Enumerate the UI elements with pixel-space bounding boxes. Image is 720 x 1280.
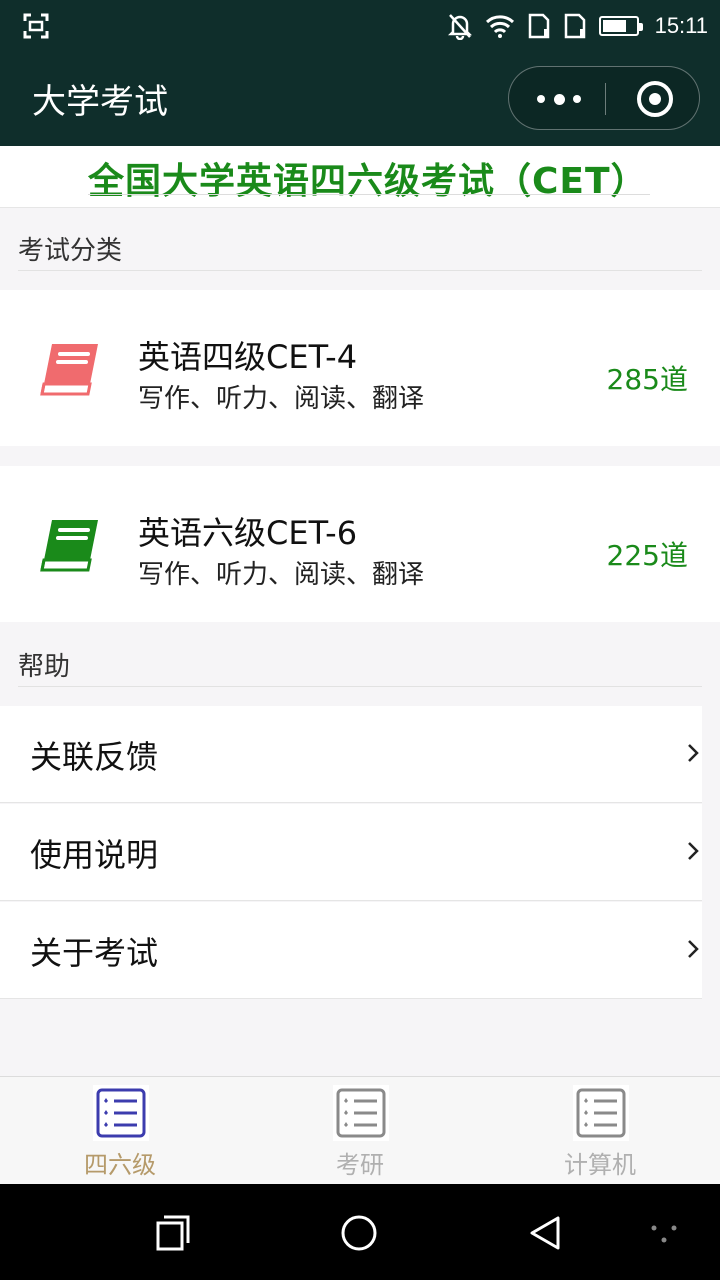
tab-kaoyan[interactable]: 考研 <box>240 1077 480 1185</box>
help-item-label: 使用说明 <box>30 836 159 874</box>
green-book-icon <box>40 520 98 572</box>
help-item-feedback[interactable]: 关联反馈 <box>0 706 702 803</box>
tab-bar: 四六级 考研 计算机 <box>0 1076 720 1184</box>
help-item-label: 关于考试 <box>30 934 159 972</box>
help-item-instructions[interactable]: 使用说明 <box>0 804 702 901</box>
section-heading-help: 帮助 <box>18 652 71 682</box>
sim1-icon <box>528 13 549 39</box>
tab-cet[interactable]: 四六级 <box>0 1077 240 1185</box>
red-book-icon <box>40 344 98 396</box>
wifi-icon <box>485 15 514 38</box>
banner-underline <box>88 194 650 195</box>
tab-label: 四六级 <box>84 1151 156 1179</box>
list-icon <box>93 1085 149 1141</box>
exam-desc: 写作、听力、阅读、翻译 <box>138 384 425 414</box>
tab-label: 计算机 <box>564 1151 636 1179</box>
capsule-divider <box>605 83 606 115</box>
exam-name: 英语四级CET-4 <box>138 338 358 376</box>
help-item-about[interactable]: 关于考试 <box>0 902 702 999</box>
capsule-menu <box>508 66 700 130</box>
list-icon <box>573 1085 629 1141</box>
banner-title: 全国大学英语四六级考试（CET） <box>88 161 648 202</box>
close-target-icon[interactable] <box>637 81 673 117</box>
chevron-right-icon <box>688 842 699 860</box>
battery-level <box>602 20 626 32</box>
status-bar: 15:11 <box>0 0 720 52</box>
section-heading-exam-category: 考试分类 <box>18 236 123 266</box>
notification-off-icon <box>447 14 472 40</box>
sim2-icon <box>564 13 585 39</box>
section-divider <box>18 270 702 271</box>
exam-card-cet6[interactable]: 英语六级CET-6 写作、听力、阅读、翻译 225道 <box>0 466 720 622</box>
chevron-right-icon <box>688 940 699 958</box>
exam-desc: 写作、听力、阅读、翻译 <box>138 560 425 590</box>
more-icon[interactable] <box>537 67 581 131</box>
page-title: 大学考试 <box>32 82 168 122</box>
nav-bar: 大学考试 <box>0 52 720 146</box>
screenshot-icon <box>23 13 49 39</box>
help-item-label: 关联反馈 <box>30 738 159 776</box>
tab-computer[interactable]: 计算机 <box>480 1077 720 1185</box>
chevron-right-icon <box>688 744 699 762</box>
back-icon[interactable] <box>526 1214 564 1252</box>
banner: 全国大学英语四六级考试（CET） <box>0 146 720 208</box>
status-time: 15:11 <box>654 13 708 38</box>
exam-count: 225道 <box>606 539 688 572</box>
exam-name: 英语六级CET-6 <box>138 514 358 552</box>
exam-count: 285道 <box>606 363 688 396</box>
assistant-dots-icon[interactable] <box>650 1222 678 1246</box>
system-nav-bar <box>0 1184 720 1280</box>
recent-apps-icon[interactable] <box>154 1214 192 1252</box>
section-divider <box>18 686 702 687</box>
list-icon <box>333 1085 389 1141</box>
home-icon[interactable] <box>340 1214 378 1252</box>
battery-icon <box>598 16 643 36</box>
exam-card-cet4[interactable]: 英语四级CET-4 写作、听力、阅读、翻译 285道 <box>0 290 720 446</box>
tab-label: 考研 <box>336 1151 384 1179</box>
